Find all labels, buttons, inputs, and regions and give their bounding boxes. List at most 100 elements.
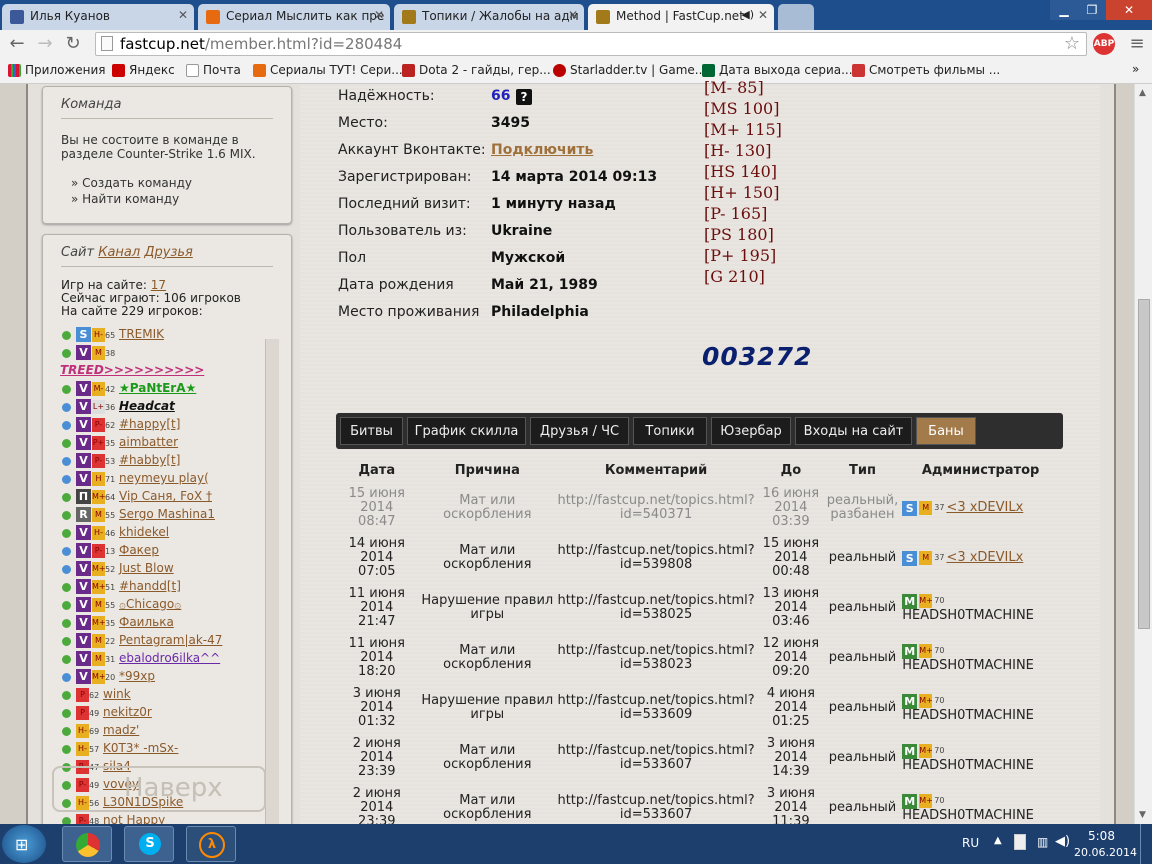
user-nick[interactable]: #habby[t] (119, 453, 180, 467)
bookmark-item[interactable]: Starladder.tv | Game... (553, 63, 706, 77)
halflife-taskbar-button[interactable]: λ (186, 826, 236, 862)
user-nick[interactable]: nekitz0r (103, 705, 152, 719)
browser-tab-active[interactable]: Method | FastCup.net ◀) ✕ (588, 4, 774, 30)
ban-comment[interactable]: http://fastcup.net/topics.html? id=533609 (557, 683, 755, 733)
ban-comment[interactable]: http://fastcup.net/topics.html? id=538023 (557, 633, 755, 683)
reload-icon[interactable]: ↻ (62, 33, 84, 55)
admin-link[interactable]: HEADSH0TMACHINE (898, 708, 1063, 723)
browser-tab[interactable]: Илья Куанов ✕ (2, 4, 194, 30)
start-button[interactable]: ⊞ (2, 825, 46, 863)
cell-line: 2014 (774, 500, 808, 515)
browser-tab[interactable]: Топики / Жалобы на адм ✕ (394, 4, 584, 30)
chrome-taskbar-button[interactable] (62, 826, 112, 862)
cell-line: реальный (828, 650, 897, 665)
close-window-icon[interactable]: ✕ (1106, 0, 1152, 20)
close-icon[interactable]: ✕ (568, 8, 578, 22)
user-nick[interactable]: TREMIK (119, 327, 164, 341)
user-nick[interactable]: Headcat (119, 399, 175, 413)
skype-taskbar-button[interactable]: S (124, 826, 174, 862)
clock-date[interactable]: 20.06.2014 (1074, 846, 1137, 859)
tray-arrow-icon[interactable]: ▲ (994, 835, 1002, 846)
user-nick[interactable]: khidekel (119, 525, 169, 539)
find-team-link[interactable]: » Найти команду (71, 192, 179, 206)
page-scrollbar[interactable]: ▲ ▼ (1134, 84, 1152, 824)
profile-tab[interactable]: Друзья / ЧС (530, 417, 629, 445)
user-nick[interactable]: ebalodro6ilka^^ (119, 651, 220, 665)
help-icon[interactable]: ? (516, 89, 532, 105)
user-nick[interactable]: Vip Саня, FoX † (119, 489, 212, 503)
close-icon[interactable]: ✕ (374, 8, 384, 22)
scrollbar-thumb[interactable] (1138, 299, 1150, 629)
adblock-icon[interactable]: ABP (1093, 33, 1115, 55)
user-nick[interactable]: Just Blow (119, 561, 174, 575)
user-nick[interactable]: TREED>>>>>>>>>> (60, 363, 204, 377)
scroll-down-icon[interactable]: ▼ (1139, 810, 1146, 820)
channel-tab[interactable]: Канал (98, 245, 140, 260)
profile-tab[interactable]: Битвы (340, 417, 403, 445)
user-nick[interactable]: aimbatter (119, 435, 178, 449)
bookmark-item[interactable]: Почта (186, 63, 241, 77)
bookmark-item[interactable]: Яндекс (112, 63, 175, 77)
admin-link[interactable]: HEADSH0TMACHINE (898, 808, 1063, 823)
user-nick[interactable]: ★PaNtErA★ (119, 381, 196, 395)
admin-link[interactable]: HEADSH0TMACHINE (898, 658, 1063, 673)
scroll-up-icon[interactable]: ▲ (1139, 88, 1146, 98)
user-nick[interactable]: Pentagram|ak-47 (119, 633, 222, 647)
ban-comment[interactable]: http://fastcup.net/topics.html? id=540371 (557, 483, 755, 533)
to-top-button[interactable]: Наверх (52, 766, 266, 812)
user-nick[interactable]: K0T3* -mSx- (103, 741, 178, 755)
more-bookmarks-icon[interactable]: » (1132, 62, 1139, 76)
network-icon[interactable]: ▥ (1037, 835, 1048, 849)
ban-comment[interactable]: http://fastcup.net/topics.html? id=533607 (557, 733, 755, 783)
user-nick[interactable]: #handd[t] (119, 579, 181, 593)
friends-tab[interactable]: Друзья (144, 245, 193, 260)
user-nick[interactable]: *99xp (119, 669, 155, 683)
close-icon[interactable]: ✕ (758, 8, 768, 22)
user-nick[interactable]: Sergo Mashina1 (119, 507, 215, 521)
profile-tab[interactable]: Баны (916, 417, 976, 445)
browser-tab[interactable]: Сериал Мыслить как пре ✕ (198, 4, 390, 30)
games-count-link[interactable]: 17 (151, 278, 166, 292)
user-nick[interactable]: Факер (119, 543, 159, 557)
volume-icon[interactable]: ◀) (1055, 834, 1070, 849)
admin-link[interactable]: HEADSH0TMACHINE (898, 758, 1063, 773)
ban-comment[interactable]: http://fastcup.net/topics.html? id=538025 (557, 583, 755, 633)
online-list-scrollbar[interactable] (265, 339, 279, 835)
user-nick[interactable]: #happy[t] (119, 417, 180, 431)
admin-link[interactable]: HEADSH0TMACHINE (898, 608, 1063, 623)
menu-icon[interactable]: ≡ (1126, 33, 1148, 55)
create-team-link[interactable]: » Создать команду (71, 176, 192, 190)
bookmark-item[interactable]: Смотреть фильмы ... (852, 63, 1000, 77)
minimize-icon[interactable]: ▁ (1050, 0, 1078, 20)
back-icon[interactable]: ← (6, 33, 28, 55)
profile-tab[interactable]: Входы на сайт (795, 417, 912, 445)
bookmark-item[interactable]: Дата выхода сериа... (702, 63, 853, 77)
ban-comment[interactable]: http://fastcup.net/topics.html? id=539808 (557, 533, 755, 583)
profile-tab[interactable]: Топики (633, 417, 707, 445)
site-tab[interactable]: Сайт (61, 245, 94, 260)
user-nick[interactable]: wink (103, 687, 131, 701)
bookmark-item[interactable]: Dota 2 - гайды, гер... (402, 63, 551, 77)
star-icon[interactable]: ☆ (1064, 33, 1080, 54)
cell-line: 2 июня (352, 736, 401, 751)
profile-value[interactable]: Подключить (491, 142, 593, 158)
flag-icon[interactable] (1014, 834, 1026, 850)
user-nick[interactable]: ۞Chicago۞ (119, 597, 181, 611)
forward-icon[interactable]: → (34, 33, 56, 55)
profile-tab[interactable]: График скилла (407, 417, 526, 445)
close-icon[interactable]: ✕ (178, 8, 188, 22)
bookmark-apps[interactable]: Приложения (8, 63, 106, 77)
profile-tab[interactable]: Юзербар (711, 417, 791, 445)
bookmark-item[interactable]: Сериалы ТУТ! Сери... (253, 63, 403, 77)
user-nick[interactable]: madz' (103, 723, 139, 737)
show-desktop-button[interactable] (1140, 824, 1152, 864)
clock-time[interactable]: 5:08 (1088, 829, 1115, 843)
user-nick[interactable]: Фаилька (119, 615, 174, 629)
admin-link[interactable]: <3 xDEVILx (946, 501, 1023, 515)
new-tab-button[interactable] (778, 4, 814, 30)
admin-link[interactable]: <3 xDEVILx (946, 551, 1023, 565)
address-bar[interactable]: fastcup.net/member.html?id=280484 ☆ (95, 32, 1087, 56)
maximize-icon[interactable]: ❐ (1078, 0, 1106, 20)
language-indicator[interactable]: RU (962, 836, 979, 850)
user-nick[interactable]: neymeyu play( (119, 471, 209, 485)
